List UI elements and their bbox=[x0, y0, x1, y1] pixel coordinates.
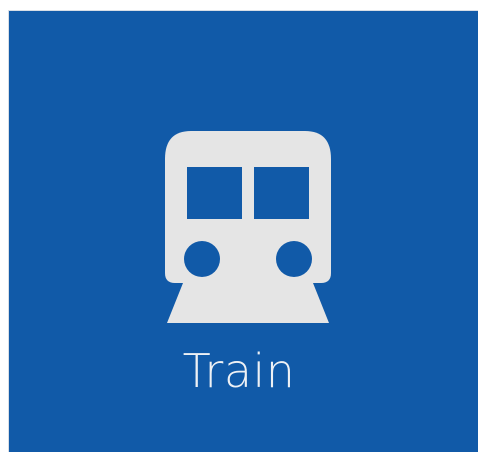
screen: Train bbox=[0, 0, 478, 452]
tile-label: Train bbox=[182, 344, 296, 398]
train-icon bbox=[163, 131, 333, 341]
